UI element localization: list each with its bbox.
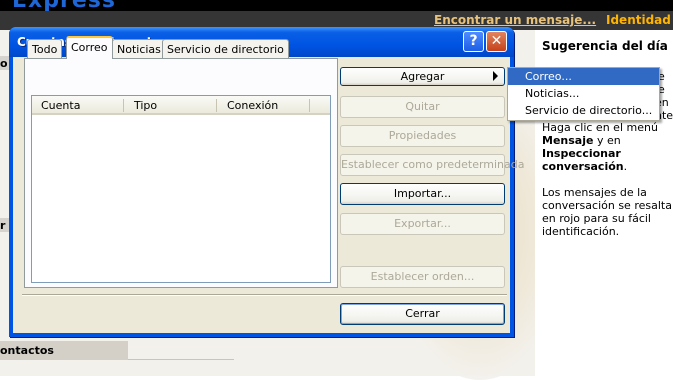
properties-button[interactable]: Propiedades [340, 125, 505, 147]
tip-title: Sugerencia del día [542, 39, 668, 53]
column-header-cuenta[interactable]: Cuenta [41, 99, 80, 112]
tip-paragraph: Haga clic en el menú Mensaje y en Inspec… [542, 121, 658, 173]
close-button[interactable]: Cerrar [340, 303, 505, 325]
left-item-label[interactable]: r [0, 219, 5, 232]
app-header: Express [0, 0, 673, 11]
menu-item-servicio-directorio[interactable]: Servicio de directorio... [508, 102, 659, 119]
tip-paragraph: Los mensajes de la conversación se resal… [542, 186, 672, 238]
remove-button[interactable]: Quitar [340, 96, 505, 118]
identities-link[interactable]: Identidad [606, 13, 671, 27]
tab-servicio-directorio[interactable]: Servicio de directorio [162, 39, 289, 58]
column-header-conexion[interactable]: Conexión [227, 99, 278, 112]
find-message-link[interactable]: Encontrar un mensaje... [434, 13, 596, 27]
help-icon[interactable]: ? [463, 31, 484, 52]
accounts-list[interactable] [31, 95, 331, 283]
menu-item-noticias[interactable]: Noticias... [508, 85, 659, 102]
submenu-arrow-icon [493, 71, 498, 81]
left-item-label[interactable]: o [0, 57, 8, 70]
column-divider[interactable] [123, 99, 124, 112]
add-button[interactable]: Agregar [340, 67, 505, 86]
import-button[interactable]: Importar... [340, 183, 505, 205]
column-divider[interactable] [309, 99, 310, 112]
close-icon[interactable]: ✕ [486, 31, 507, 52]
contacts-label[interactable]: ontactos [0, 344, 54, 357]
tab-todo[interactable]: Todo [27, 39, 63, 58]
divider [22, 294, 507, 296]
tab-correo[interactable]: Correo [66, 36, 113, 59]
column-header-tipo[interactable]: Tipo [134, 99, 157, 112]
divider [128, 359, 234, 360]
set-default-button[interactable]: Establecer como predeterminada [340, 154, 525, 176]
tab-noticias[interactable]: Noticias [112, 39, 166, 58]
menu-item-correo[interactable]: Correo... [508, 68, 659, 85]
app-brand-logo: Express [12, 0, 116, 11]
column-divider[interactable] [216, 99, 217, 112]
set-order-button[interactable]: Establecer orden... [340, 266, 505, 288]
export-button[interactable]: Exportar... [340, 213, 505, 235]
